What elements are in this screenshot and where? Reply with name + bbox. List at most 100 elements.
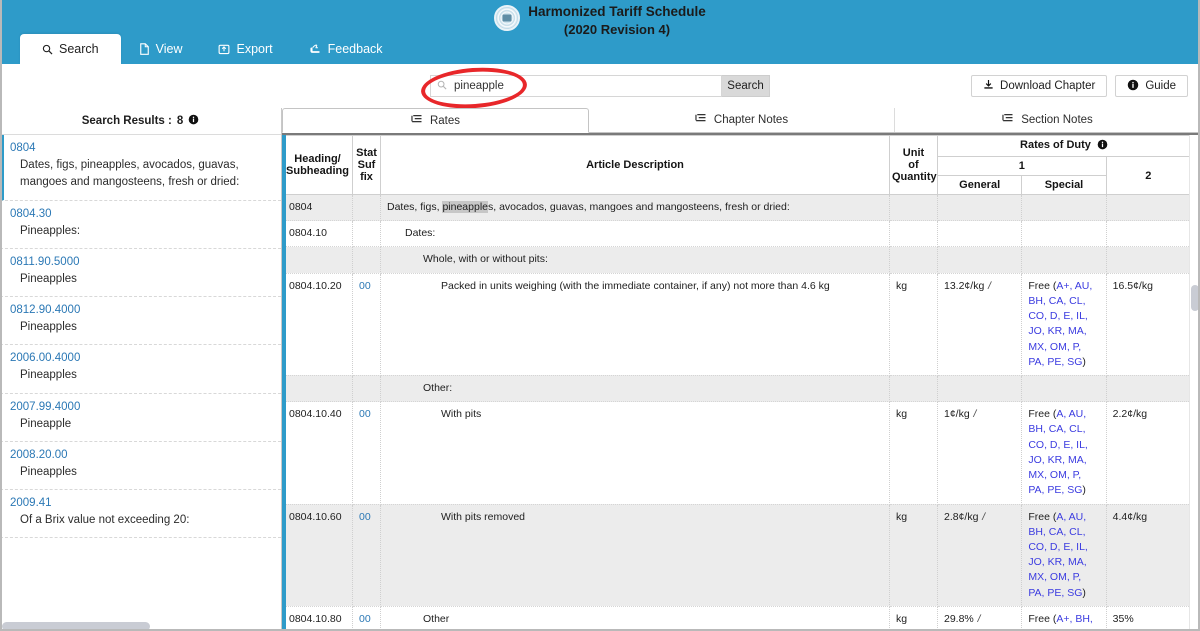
cell-unit-of-quantity: kg <box>889 504 938 607</box>
rates-table-body: 0804 Dates, figs, pineapples, avocados, g… <box>282 194 1192 631</box>
special-rate-primary-countries[interactable]: A+, BH, CA, CL, CO, D, E, IL, JO, KR, MA… <box>1028 613 1098 631</box>
nav-tab-export-label: Export <box>236 42 273 56</box>
nav-tab-search-label: Search <box>59 42 99 56</box>
info-icon[interactable] <box>1097 139 1108 153</box>
cell-general-rate: 29.8% 𝑙 <box>936 606 1023 631</box>
col-unit-of-quantity: Unit of Quantity <box>889 135 938 195</box>
app-header: Harmonized Tariff Schedule (2020 Revisio… <box>0 0 1200 64</box>
cell-stat-suffix: 00 <box>352 606 381 631</box>
cell-column-2-rate: 35% <box>1105 606 1192 631</box>
col-heading-subheading: Heading/ Subheading <box>282 135 353 195</box>
tab-section-notes-label: Section Notes <box>1021 114 1093 126</box>
table-row[interactable]: 0804.10.20 00 Packed in units weighing (wi… <box>282 273 1192 376</box>
rates-table: Heading/ Subheading Stat Suf fix Article… <box>282 135 1192 631</box>
search-group: Search <box>430 75 770 97</box>
col-general: General <box>936 175 1023 195</box>
table-vertical-scrollbar-thumb[interactable] <box>1191 285 1199 311</box>
description-text: Whole, with or without pits: <box>423 253 548 266</box>
search-result-item[interactable]: 2008.20.00 Pineapples <box>0 442 281 490</box>
description-text: Dates: <box>405 227 436 240</box>
tab-section-notes[interactable]: Section Notes <box>895 108 1200 132</box>
special-rate-primary-countries[interactable]: A+, AU, BH, CA, CL, CO, D, E, IL, JO, KR… <box>1028 280 1092 368</box>
table-row[interactable]: 0804.10 Dates: <box>282 220 1192 248</box>
search-result-item[interactable]: 2006.00.4000 Pineapples <box>0 345 281 394</box>
document-icon <box>139 43 150 55</box>
search-result-code: 2007.99.4000 <box>10 400 81 413</box>
search-button[interactable]: Search <box>722 75 770 97</box>
cell-special-rate: Free (A, AU, BH, CA, CL, CO, D, E, IL, J… <box>1021 504 1107 607</box>
cell-unit-of-quantity: kg <box>889 606 938 631</box>
table-row[interactable]: 0804.10.80 00 Other kg 29.8% 𝑙 Free (A+, BH, … <box>282 606 1192 631</box>
col-unit-line1: Unit <box>902 147 925 159</box>
table-row[interactable]: 0804 Dates, figs, pineapples, avocados, g… <box>282 194 1192 222</box>
special-rate-primary-countries[interactable]: A, AU, BH, CA, CL, CO, D, E, IL, JO, KR,… <box>1028 511 1088 599</box>
description-text-pre: Dates, figs, <box>387 201 443 213</box>
rates-of-duty-label: Rates of Duty <box>1020 139 1091 151</box>
search-result-item[interactable]: 0812.90.4000 Pineapples <box>0 297 281 346</box>
search-input[interactable] <box>452 77 721 95</box>
search-result-code: 0811.90.5000 <box>10 255 80 268</box>
table-row[interactable]: Whole, with or without pits: <box>282 246 1192 274</box>
cell-article-description: Dates: <box>380 220 890 248</box>
cell-stat-suffix <box>352 220 381 248</box>
general-rate-footnote[interactable]: 𝑙 <box>974 613 980 625</box>
description-text: With pits <box>441 408 482 421</box>
search-result-description: Of a Brix value not exceeding 20: <box>20 514 190 526</box>
nav-tab-view[interactable]: View <box>121 34 201 64</box>
search-result-code: 0804 <box>10 142 36 154</box>
search-result-item[interactable]: 0804.30 Pineapples: <box>0 201 281 249</box>
table-row[interactable]: 0804.10.60 00 With pits removed kg 2.8¢/kg 𝑙… <box>282 504 1192 607</box>
nav-tab-search[interactable]: Search <box>20 34 121 64</box>
cell-unit-of-quantity: kg <box>889 273 938 376</box>
header-action-buttons: Download Chapter Guide <box>971 75 1188 97</box>
search-result-item[interactable]: 2007.99.4000 Pineapple <box>0 394 281 442</box>
app-title: Harmonized Tariff Schedule (2020 Revisio… <box>528 3 706 39</box>
general-rate-footnote[interactable]: 𝑙 <box>984 280 990 292</box>
cell-heading: 0804.10 <box>282 220 353 248</box>
nav-tab-feedback[interactable]: Feedback <box>291 34 401 64</box>
cell-special-rate: Free (A+, AU, BH, CA, CL, CO, D, E, IL, … <box>1021 273 1107 376</box>
tab-chapter-notes[interactable]: Chapter Notes <box>589 108 895 132</box>
description-text-post: s, avocados, guavas, mangoes and mangost… <box>488 201 790 213</box>
cell-special-rate <box>1021 375 1107 403</box>
general-rate-footnote[interactable]: 𝑙 <box>978 511 984 523</box>
search-result-code: 2008.20.00 <box>10 448 68 461</box>
search-result-code: 2006.00.4000 <box>10 352 81 365</box>
table-row[interactable]: Other: <box>282 375 1192 403</box>
sidebar-horizontal-scrollbar[interactable] <box>2 622 150 631</box>
guide-button[interactable]: Guide <box>1115 75 1188 97</box>
general-rate-footnote[interactable]: 𝑙 <box>970 408 976 420</box>
table-vertical-scrollbar[interactable] <box>1189 135 1200 631</box>
search-result-item[interactable]: 0804 Dates, figs, pineapples, avocados, g… <box>0 135 281 201</box>
main-content: Rates Chapter Notes Section Notes Headin… <box>282 108 1200 631</box>
search-result-item[interactable]: 0811.90.5000 Pineapples <box>0 249 281 297</box>
search-input-wrapper[interactable] <box>430 75 722 97</box>
search-term-highlight: pineapple <box>442 201 488 213</box>
search-result-item[interactable]: 2009.41 Of a Brix value not exceeding 20: <box>0 490 281 539</box>
cell-column-2-rate <box>1105 194 1192 222</box>
cell-article-description: Other <box>380 606 890 631</box>
cell-column-2-rate <box>1105 246 1192 274</box>
nav-tab-export[interactable]: Export <box>200 34 290 64</box>
general-rate-value: 2.8¢/kg <box>944 510 979 523</box>
special-rate-primary-countries[interactable]: A, AU, BH, CA, CL, CO, D, E, IL, JO, KR,… <box>1028 408 1088 496</box>
cell-heading <box>282 246 353 274</box>
cell-stat-suffix: 00 <box>352 504 381 607</box>
tab-rates[interactable]: Rates <box>282 108 589 133</box>
cell-unit-of-quantity: kg <box>889 401 938 505</box>
cell-unit-of-quantity <box>889 220 938 248</box>
cell-heading: 0804.10.20 <box>282 273 353 376</box>
search-result-description: Pineapples <box>20 369 77 382</box>
description-text: Other: <box>423 381 453 394</box>
cell-stat-suffix <box>352 246 381 274</box>
cell-general-rate <box>936 246 1023 274</box>
cell-special-rate <box>1021 194 1107 222</box>
info-icon[interactable] <box>188 114 199 128</box>
description-text: Packed in units weighing (with the immed… <box>441 279 830 292</box>
search-results-list[interactable]: 0804 Dates, figs, pineapples, avocados, g… <box>0 134 281 631</box>
rates-table-wrapper[interactable]: Heading/ Subheading Stat Suf fix Article… <box>282 133 1200 631</box>
cell-stat-suffix: 00 <box>352 273 381 376</box>
download-chapter-button[interactable]: Download Chapter <box>971 75 1108 97</box>
table-row[interactable]: 0804.10.40 00 With pits kg 1¢/kg 𝑙 Free (A, A… <box>282 401 1192 505</box>
search-toolbar: Search Download Chapter Guide <box>0 64 1200 112</box>
